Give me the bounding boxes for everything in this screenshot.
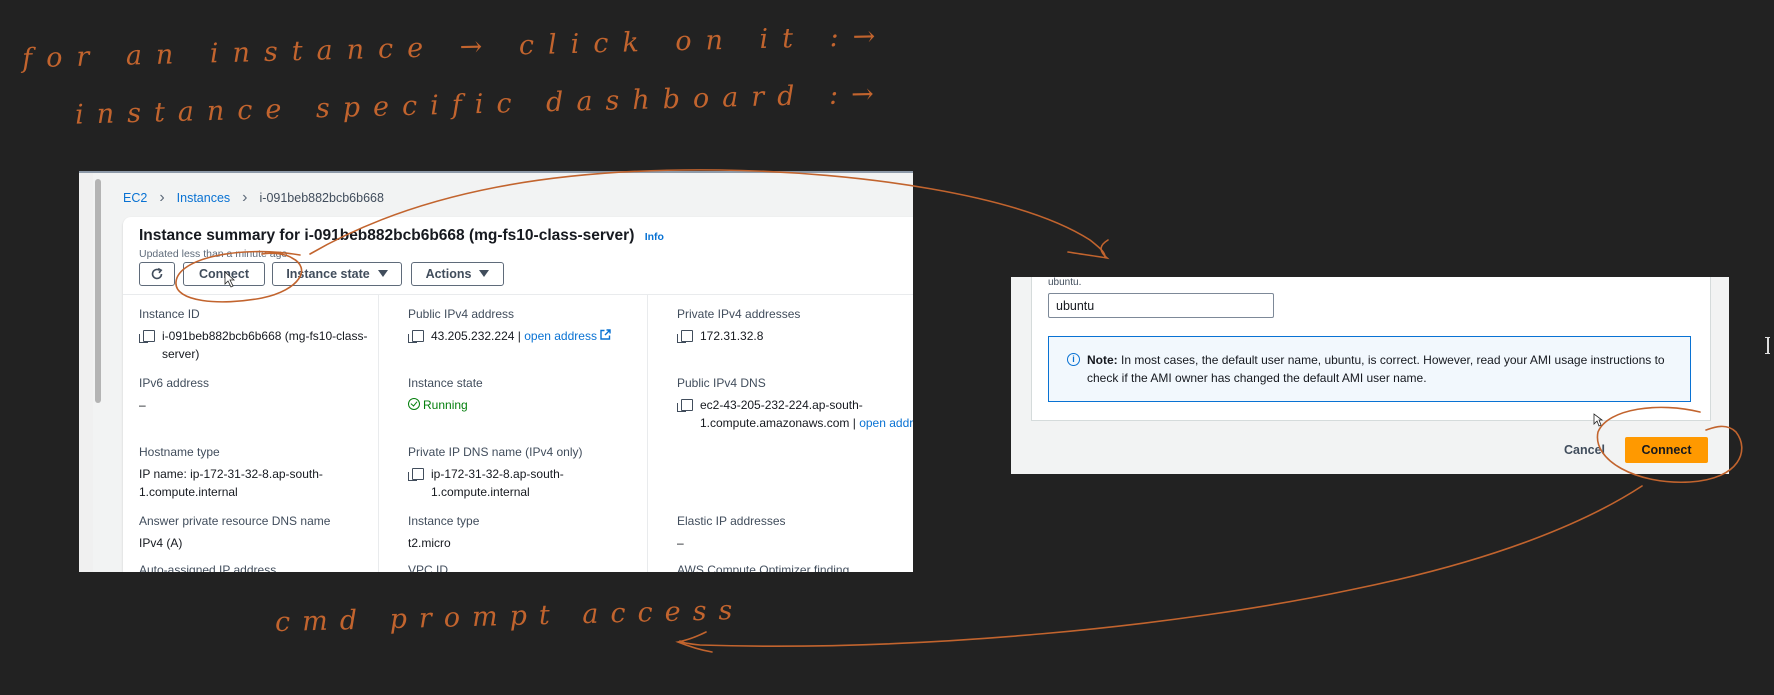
info-note: i Note: In most cases, the default user … bbox=[1048, 336, 1691, 402]
updated-text: Updated less than a minute ago bbox=[139, 248, 288, 260]
cancel-button[interactable]: Cancel bbox=[1564, 443, 1605, 457]
text-cursor-icon bbox=[1765, 337, 1770, 354]
caret-down-icon bbox=[479, 270, 490, 277]
private-ipv4-value: 172.31.32.8 bbox=[700, 329, 764, 343]
arrowhead-dialog bbox=[1067, 239, 1110, 260]
chevron-right-icon: › bbox=[242, 189, 248, 206]
answer-dns-value: IPv4 (A) bbox=[139, 536, 183, 550]
copy-icon[interactable] bbox=[139, 330, 155, 343]
scrollbar-track[interactable] bbox=[79, 173, 93, 572]
note-text: In most cases, the default user name, ub… bbox=[1087, 353, 1665, 385]
field-ipv6: IPv6 address – bbox=[139, 376, 377, 414]
private-dns-value: ip-172-31-32-8.ap-south-1.compute.intern… bbox=[431, 467, 564, 499]
hostname-type-value: IP name: ip-172-31-32-8.ap-south-1.compu… bbox=[139, 467, 323, 499]
instance-state-label: Instance state bbox=[286, 267, 370, 281]
instance-summary-card: Instance summary for i-091beb882bcb6b668… bbox=[123, 217, 913, 572]
field-private-dns: Private IP DNS name (IPv4 only) ip-172-3… bbox=[408, 445, 593, 501]
page-title: Instance summary for i-091beb882bcb6b668… bbox=[139, 227, 664, 245]
elastic-ip-value: – bbox=[677, 536, 684, 550]
annotation-line-2: instance specific dashboard :→ bbox=[74, 78, 888, 131]
connect-button-label: Connect bbox=[199, 267, 249, 281]
annotation-line-1: for an instance → click on it :→ bbox=[21, 20, 890, 75]
info-icon: i bbox=[1067, 353, 1080, 366]
breadcrumb-current: i-091beb882bcb6b668 bbox=[259, 191, 384, 205]
chevron-right-icon: › bbox=[159, 189, 165, 206]
status-ok-icon bbox=[408, 398, 420, 410]
connect-primary-label: Connect bbox=[1641, 443, 1692, 457]
connect-primary-button[interactable]: Connect bbox=[1625, 437, 1708, 463]
open-address-link[interactable]: open address bbox=[524, 329, 597, 343]
divider bbox=[123, 294, 913, 295]
username-hint: ubuntu. bbox=[1048, 277, 1082, 288]
ipv6-value: – bbox=[139, 398, 146, 412]
scrollbar-thumb[interactable] bbox=[95, 179, 101, 403]
field-instance-id: Instance ID i-091beb882bcb6b668 (mg-fs10… bbox=[139, 307, 371, 363]
public-ipv4-value: 43.205.232.224 | bbox=[431, 329, 521, 343]
column-divider bbox=[647, 294, 648, 572]
field-hostname-type: Hostname type IP name: ip-172-31-32-8.ap… bbox=[139, 445, 339, 501]
actions-label: Actions bbox=[425, 267, 472, 281]
copy-icon[interactable] bbox=[408, 468, 424, 481]
instance-type-value: t2.micro bbox=[408, 536, 451, 550]
field-public-ipv4: Public IPv4 address 43.205.232.224 | ope… bbox=[408, 307, 646, 345]
open-address-link[interactable]: open address bbox=[859, 416, 913, 430]
field-elastic-ip: Elastic IP addresses – bbox=[677, 514, 913, 552]
note-label: Note: bbox=[1087, 353, 1118, 367]
connect-button[interactable]: Connect bbox=[183, 262, 265, 286]
instance-summary-screenshot: EC2 › Instances › i-091beb882bcb6b668 In… bbox=[79, 171, 913, 572]
field-auto-assigned: Auto-assigned IP address bbox=[139, 563, 277, 572]
public-dns-value: ec2-43-205-232-224.ap-south-1.compute.am… bbox=[700, 398, 863, 430]
field-instance-state: Instance state Running bbox=[408, 376, 483, 412]
arrowhead-prompt bbox=[675, 631, 713, 653]
page-title-text: Instance summary for i-091beb882bcb6b668… bbox=[139, 227, 635, 244]
external-link-icon bbox=[600, 329, 611, 340]
instance-state-dropdown[interactable]: Instance state bbox=[272, 262, 402, 286]
connect-form: ubuntu. i Note: In most cases, the defau… bbox=[1031, 277, 1711, 421]
copy-icon[interactable] bbox=[677, 399, 693, 412]
field-answer-dns: Answer private resource DNS name IPv4 (A… bbox=[139, 514, 377, 552]
field-public-dns: Public IPv4 DNS ec2-43-205-232-224.ap-so… bbox=[677, 376, 913, 432]
username-input[interactable] bbox=[1048, 293, 1274, 318]
field-instance-type: Instance type t2.micro bbox=[408, 514, 646, 552]
copy-icon[interactable] bbox=[408, 330, 424, 343]
caret-down-icon bbox=[377, 270, 388, 277]
instance-state-value: Running bbox=[423, 398, 468, 412]
field-optimizer: AWS Compute Optimizer finding bbox=[677, 563, 850, 572]
breadcrumb-instances[interactable]: Instances bbox=[177, 191, 231, 205]
column-divider bbox=[378, 294, 379, 572]
breadcrumb-ec2[interactable]: EC2 bbox=[123, 191, 147, 205]
field-private-ipv4: Private IPv4 addresses 172.31.32.8 bbox=[677, 307, 801, 343]
annotation-line-3: cmd prompt access bbox=[274, 594, 745, 639]
refresh-button[interactable] bbox=[139, 262, 175, 286]
actions-dropdown[interactable]: Actions bbox=[411, 262, 504, 286]
field-vpc-id: VPC ID bbox=[408, 563, 449, 572]
connect-dialog-screenshot: ubuntu. i Note: In most cases, the defau… bbox=[1011, 277, 1729, 474]
refresh-icon bbox=[151, 267, 163, 280]
instance-id-value: i-091beb882bcb6b668 (mg-fs10-class-serve… bbox=[162, 329, 368, 361]
info-link[interactable]: Info bbox=[645, 231, 664, 243]
breadcrumb: EC2 › Instances › i-091beb882bcb6b668 bbox=[123, 189, 384, 207]
copy-icon[interactable] bbox=[677, 330, 693, 343]
